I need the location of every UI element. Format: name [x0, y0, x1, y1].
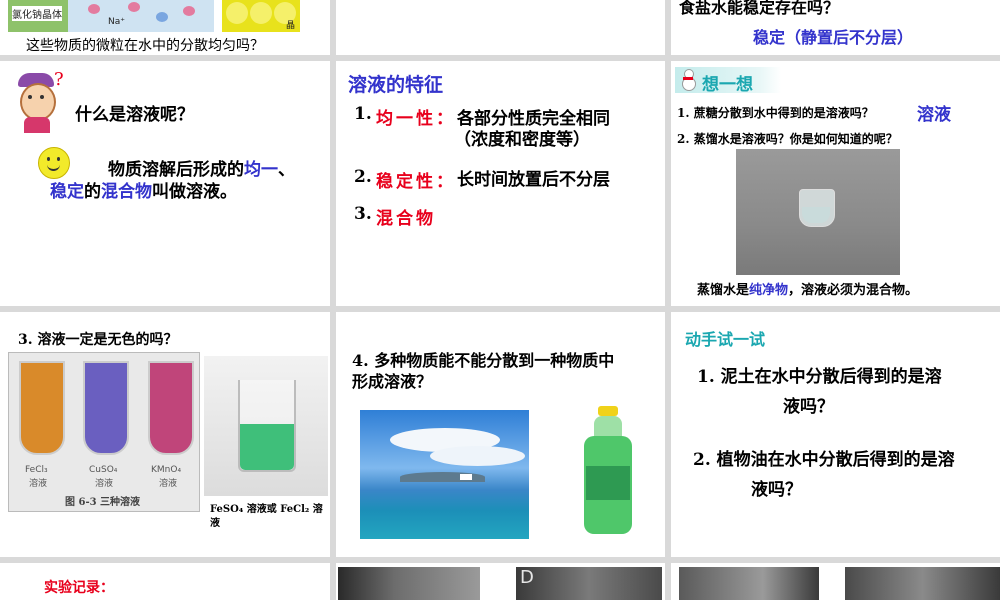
slide-panel-photos-b	[671, 563, 1000, 600]
particle-image: 氯化钠晶体 Na⁺	[8, 0, 214, 32]
photo-letter: D	[520, 567, 534, 588]
three-solutions-figure: FeCl₃ 溶液 CuSO₄ 溶液 KMnO₄ 溶液 图 6-3 三种溶液	[8, 352, 200, 512]
keyword-uniform: 均一	[244, 160, 278, 180]
particle-dot	[128, 2, 140, 12]
think-question-2: 2. 蒸馏水是溶液吗？你是如何知道的呢？	[677, 132, 898, 146]
ion-label: Na⁺	[108, 17, 125, 27]
soda-bottle-image	[580, 406, 636, 538]
fecl3-tube	[19, 361, 65, 455]
record-label: 实验记录：	[44, 580, 114, 596]
crystal-label: 氯化钠晶体	[12, 6, 62, 21]
slide-panel-photos-a: D	[336, 563, 665, 600]
think-banner-label: 想一想	[702, 75, 753, 95]
feature-1-sub: （浓度和密度等）	[454, 130, 590, 150]
slide-panel-colors: 3. 溶液一定是无色的吗？ FeCl₃ 溶液 CuSO₄ 溶液 KMnO₄ 溶液…	[0, 312, 330, 557]
green-solution	[240, 424, 294, 470]
cuso4-label: CuSO₄	[89, 465, 118, 475]
girl-avatar-icon: ?	[14, 69, 64, 133]
stability-answer: 稳定（静置后不分层）	[753, 28, 914, 47]
try-question-1-line-1: 1. 泥土在水中分散后得到的是溶	[697, 367, 942, 387]
kmno4-word: 溶液	[159, 479, 178, 489]
try-question-2-line-1: 2. 植物油在水中分散后得到的是溶	[693, 450, 955, 470]
feature-3-name: 混合物	[376, 209, 436, 229]
definition-text: 叫做溶液。	[152, 182, 237, 202]
color-question: 3. 溶液一定是无色的吗？	[18, 332, 178, 348]
distilled-water-photo	[736, 149, 900, 275]
definition-text: 的	[84, 182, 101, 202]
figure-caption: 图 6-3 三种溶液	[65, 497, 141, 508]
think-answer-1: 溶液	[917, 105, 951, 125]
dispersion-question: 这些物质的微粒在水中的分散均匀吗？	[26, 38, 264, 54]
experiment-photo: D	[516, 567, 662, 600]
feature-1-name: 均一性：	[376, 109, 456, 129]
feature-1-number: 1.	[354, 104, 372, 124]
multi-question-line-2: 形成溶液？	[352, 372, 433, 391]
slide-panel-blank	[336, 0, 665, 55]
keyword-mixture: 混合物	[101, 182, 152, 202]
feature-2-number: 2.	[354, 167, 372, 187]
feature-3-number: 3.	[354, 204, 372, 224]
think-banner: 想一想	[675, 67, 781, 95]
fecl3-label: FeCl₃	[25, 465, 48, 475]
slide-panel-definition: ? 什么是溶液呢？ 物质溶解后形成的均一、 稳定的混合物叫做溶液。	[0, 61, 330, 306]
beaker-caption-line-1: FeSO₄ 溶液或 FeCl₂ 溶	[210, 504, 323, 515]
feature-2-name: 稳定性：	[376, 172, 456, 192]
caption-text: ，溶液必须为混合物。	[788, 283, 919, 298]
slide-panel-try-it: 动手试一试 1. 泥土在水中分散后得到的是溶 液吗？ 2. 植物油在水中分散后得…	[671, 312, 1000, 557]
think-question-1: 1. 蔗糖分散到水中得到的是溶液吗？	[677, 106, 874, 120]
kmno4-label: KMnO₄	[151, 465, 182, 475]
stability-question: 食盐水能稳定存在吗？	[679, 0, 840, 17]
green-beaker-photo	[204, 356, 328, 496]
cuso4-word: 溶液	[95, 479, 114, 489]
snowman-icon	[681, 69, 696, 91]
slide-panel-think: 想一想 1. 蔗糖分散到水中得到的是溶液吗？ 溶液 2. 蒸馏水是溶液吗？你是如…	[671, 61, 1000, 306]
try-question-1-line-2: 液吗？	[783, 397, 834, 417]
definition-punct: 、	[278, 160, 295, 180]
slide-panel-intro: 氯化钠晶体 Na⁺ 晶 这些物质的微粒在水中的分散均匀吗？	[0, 0, 330, 55]
experiment-photo	[338, 567, 480, 600]
cuso4-tube	[83, 361, 129, 455]
fecl3-word: 溶液	[29, 479, 48, 489]
slide-panel-multi-substance: 4. 多种物质能不能分散到一种物质中 形成溶液？	[336, 312, 665, 557]
particle-dot	[156, 12, 168, 22]
slide-panel-record: 实验记录：	[0, 563, 330, 600]
features-title: 溶液的特征	[348, 74, 444, 96]
particle-dot	[88, 4, 100, 14]
distilled-water-caption: 蒸馏水是纯净物，溶液必须为混合物。	[697, 279, 918, 298]
experiment-photo	[679, 567, 819, 600]
feature-2-desc: 长时间放置后不分层	[457, 170, 610, 190]
keyword-stable: 稳定	[50, 182, 84, 202]
smiley-icon	[38, 147, 70, 179]
crystal-image: 晶	[222, 0, 300, 32]
particle-dot	[183, 6, 195, 16]
slide-panel-features: 溶液的特征 1. 均一性： 各部分性质完全相同 （浓度和密度等） 2. 稳定性：…	[336, 61, 665, 306]
definition-question: 什么是溶液呢？	[75, 105, 194, 125]
caption-text: 蒸馏水是	[697, 283, 750, 298]
experiment-photo	[845, 567, 1000, 600]
definition-text-line-2: 稳定的混合物叫做溶液。	[50, 177, 237, 202]
crystal-tag: 晶	[286, 21, 296, 31]
try-question-2-line-2: 液吗？	[751, 480, 802, 500]
try-it-title: 动手试一试	[685, 330, 766, 349]
beaker-caption-line-2: 液	[210, 518, 220, 529]
slide-panel-salt-water: 食盐水能稳定存在吗？ 稳定（静置后不分层）	[671, 0, 1000, 55]
kmno4-tube	[148, 361, 194, 455]
keyword-pure: 纯净物	[749, 283, 789, 298]
sea-photo	[360, 410, 529, 539]
